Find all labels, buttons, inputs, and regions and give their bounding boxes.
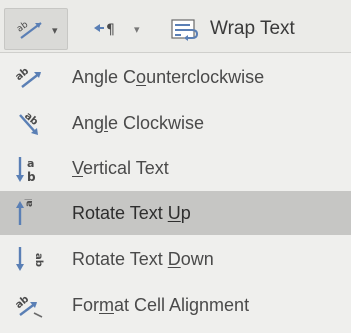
- angle-clockwise-icon: ab: [14, 109, 44, 137]
- menu-item-angle-clockwise[interactable]: ab Angle Clockwise: [0, 101, 351, 145]
- wrap-text-label: Wrap Text: [210, 18, 295, 39]
- menu-item-label: Format Cell Alignment: [72, 295, 250, 315]
- angle-counterclockwise-icon: ab: [13, 63, 44, 91]
- right-to-left-paragraph-icon: ¶: [92, 19, 122, 44]
- alignment-ribbon-group: ab ▾ ¶ ▾ Wrap Text: [0, 0, 351, 52]
- menu-item-label: Angle Clockwise: [72, 113, 205, 133]
- menu-item-label: Rotate Text Down: [72, 249, 214, 269]
- wrap-text-button[interactable]: Wrap Text: [170, 8, 340, 48]
- menu-item-format-cell-alignment[interactable]: ab Format Cell Alignment: [0, 283, 351, 327]
- menu-item-label: Angle Counterclockwise: [72, 67, 265, 87]
- menu-item-angle-counterclockwise[interactable]: ab Angle Counterclockwise: [0, 55, 351, 99]
- svg-text:ab: ab: [33, 253, 44, 267]
- menu-item-rotate-text-up[interactable]: ab Rotate Text Up: [0, 191, 351, 235]
- menu-item-label: Vertical Text: [72, 158, 169, 178]
- orientation-dropdown-menu: ab Angle Counterclockwise ab Angle Clock…: [0, 53, 351, 333]
- rotate-text-down-icon: ab: [14, 245, 44, 273]
- orientation-icon: ab: [15, 17, 45, 46]
- svg-text:¶: ¶: [106, 22, 115, 38]
- rotate-text-up-icon: ab: [14, 193, 44, 227]
- svg-text:b: b: [27, 170, 36, 184]
- vertical-text-icon: a b: [14, 154, 44, 184]
- orientation-dropdown-arrow-icon: ▾: [52, 25, 58, 37]
- format-cell-alignment-icon: ab: [13, 291, 44, 319]
- svg-text:ab: ab: [24, 199, 35, 207]
- menu-item-label: Rotate Text Up: [72, 203, 191, 223]
- menu-item-vertical-text[interactable]: a b Vertical Text: [0, 146, 351, 190]
- menu-item-rotate-text-down[interactable]: ab Rotate Text Down: [0, 237, 351, 281]
- orientation-button[interactable]: ab ▾: [4, 8, 68, 50]
- svg-text:a: a: [27, 157, 34, 170]
- text-direction-dropdown-arrow-icon: ▾: [134, 24, 140, 36]
- wrap-text-icon: [170, 18, 202, 47]
